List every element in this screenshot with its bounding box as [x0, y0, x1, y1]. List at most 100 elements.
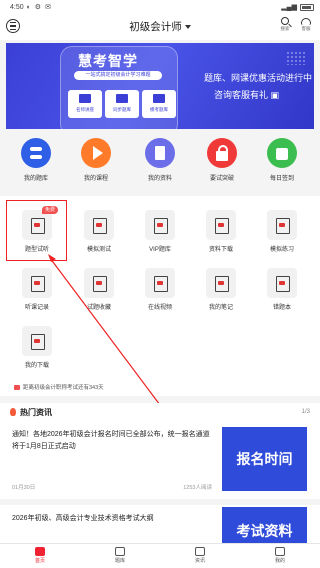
grid-item-label: 我的下载 [24, 363, 49, 369]
nav-profile[interactable]: 我的 [240, 544, 320, 568]
speaker-icon [14, 384, 20, 390]
headset-icon [301, 18, 311, 25]
grid-item-label: VIP题库 [149, 247, 171, 253]
download-icon [22, 326, 52, 356]
quick-nav-label: 我的题库 [23, 176, 48, 182]
grid-item-label: 模拟练习 [269, 247, 294, 253]
cloud-icon [145, 268, 175, 298]
edit-icon [116, 94, 128, 103]
banner-feature-bank: 同步题库 [105, 90, 139, 118]
nav-label: 题库 [114, 558, 125, 564]
exam-countdown: 距离初级会计职称考试还有343天 [14, 383, 104, 391]
divider [0, 499, 320, 505]
hot-news-title: 热门资讯 [20, 407, 52, 417]
news-article-thumbnail[interactable]: 报名时间 [222, 427, 307, 491]
grid-item-label: 资料下载 [208, 247, 233, 253]
grid-item-notes[interactable]: 我的笔记 [192, 268, 250, 311]
grid-item-label: 模拟测试 [86, 247, 111, 253]
home-icon [35, 547, 45, 556]
download-doc-icon [206, 210, 236, 240]
hot-news-section: 热门资讯 1/3 通知！各地2026年初级会计报名时间已全部公布，统一报名通道将… [0, 403, 320, 543]
banner-feature-label: 模考题库 [150, 107, 168, 112]
nav-label: 首页 [34, 558, 45, 564]
nav-home[interactable]: 首页 [0, 544, 80, 568]
wrong-answers-icon [267, 268, 297, 298]
grid-item-my-downloads[interactable]: 我的下载 [8, 326, 66, 369]
banner-promo-text: 咨询客服有礼 [214, 90, 269, 100]
status-icons: ◐ ⚙ ✉ [26, 4, 52, 11]
banner-feature-label: 名师讲座 [76, 107, 94, 112]
news-article-title: 通知！各地2026年初级会计报名时间已全部公布，统一报名通道将于1月8日正式启动 [12, 431, 210, 450]
news-article-meta: 01月30日 1253人阅读 [12, 483, 212, 491]
grid-item-favorites[interactable]: 试题收藏 [70, 268, 128, 311]
inbox-icon [115, 547, 125, 556]
news-article-title: 2026年初级、高级会计专业技术资格考试大纲 [12, 515, 154, 522]
news-article[interactable]: 2026年初级、高级会计专业技术资格考试大纲 [12, 513, 212, 523]
grid-item-label: 在线视频 [147, 305, 172, 311]
quick-nav-materials[interactable]: 我的资料 [130, 138, 190, 182]
chevron-down-icon [184, 25, 191, 30]
quick-nav-label: 我的资料 [147, 176, 172, 182]
grid-item-practice[interactable]: 模拟练习 [253, 210, 311, 253]
grid-item-online-video[interactable]: 在线视频 [131, 268, 189, 311]
search-icon [281, 17, 289, 25]
grid-item-label: 错题本 [272, 305, 291, 311]
exam-selector[interactable]: 初级会计师 [0, 19, 320, 34]
grid-item-vip-bank[interactable]: VIP题库 [131, 210, 189, 253]
customer-service-button[interactable]: 客服 [297, 16, 315, 32]
app-header: 初级会计师 搜索 客服 [0, 14, 320, 40]
news-article-thumbnail[interactable]: 考试资料 [222, 507, 307, 543]
nav-news[interactable]: 资讯 [160, 544, 240, 568]
quick-nav-label: 每日签到 [269, 176, 294, 182]
quick-nav-courses[interactable]: 我的课程 [66, 138, 126, 182]
quick-nav-label: 要试突破 [209, 176, 234, 182]
banner-feature-mock: 模考题库 [142, 90, 176, 118]
promo-banner[interactable]: 慧考智学 一站式搞定初级会计学习难题 名师讲座 同步题库 模考题库 题库、网课优… [6, 43, 314, 129]
exam-icon [84, 210, 114, 240]
banner-brand: 慧考智学 [78, 53, 138, 69]
exam-selector-label: 初级会计师 [129, 21, 182, 33]
grid-item-material-download[interactable]: 资料下载 [192, 210, 250, 253]
quick-nav-checkin[interactable]: 每日签到 [252, 138, 312, 182]
quick-nav-question-bank[interactable]: 我的题库 [6, 138, 66, 182]
banner-feature-lectures: 名师讲座 [68, 90, 102, 118]
favorite-icon [84, 268, 114, 298]
news-article[interactable]: 通知！各地2026年初级会计报名时间已全部公布，统一报名通道将于1月8日正式启动… [12, 429, 212, 491]
practice-icon [267, 210, 297, 240]
question-bank-icon [21, 138, 51, 168]
bottom-nav: 首页 题库 资讯 我的 [0, 543, 320, 568]
quick-nav-breakthrough[interactable]: 要试突破 [192, 138, 252, 182]
battery-icon [300, 3, 314, 11]
history-icon [22, 268, 52, 298]
grid-item-history[interactable]: 听课记录 [8, 268, 66, 311]
nav-question-bank[interactable]: 题库 [80, 544, 160, 568]
grid-item-wrong-answers[interactable]: 错题本 [253, 268, 311, 311]
quick-nav-label: 我的课程 [83, 176, 108, 182]
nav-label: 我的 [274, 558, 285, 564]
grid-item-label: 听课记录 [24, 305, 49, 311]
grid-item-mock-test[interactable]: 模拟测试 [70, 210, 128, 253]
customer-service-label: 客服 [301, 26, 311, 31]
news-article-views: 1253人阅读 [183, 485, 212, 491]
status-time: 4:50 [10, 3, 24, 11]
shopping-bag-icon [267, 138, 297, 168]
nav-label: 资讯 [194, 558, 205, 564]
news-article-date: 01月30日 [12, 485, 36, 491]
search-button[interactable]: 搜索 [276, 16, 294, 32]
banner-promo-line1: 题库、网课优惠活动进行中 [204, 73, 313, 83]
status-bar: 4:50 ◐ ⚙ ✉ ▂▄▆ [0, 0, 320, 14]
video-icon [79, 94, 91, 103]
highlight-box [6, 200, 67, 261]
banner-feature-label: 同步题库 [113, 107, 131, 112]
quick-nav: 我的题库 我的课程 我的资料 要试突破 每日签到 [0, 138, 320, 190]
hot-news-page: 1/3 [301, 409, 310, 415]
document-icon [145, 138, 175, 168]
banner-subtitle: 一站式搞定初级会计学习难题 [74, 71, 162, 80]
note-icon [206, 268, 236, 298]
grid-item-label: 我的笔记 [208, 305, 233, 311]
play-icon [81, 138, 111, 168]
dots-decoration [286, 51, 306, 65]
profile-icon [275, 547, 285, 556]
signal-icon: ▂▄▆ [281, 4, 297, 11]
gift-icon: ▣ [270, 90, 280, 100]
